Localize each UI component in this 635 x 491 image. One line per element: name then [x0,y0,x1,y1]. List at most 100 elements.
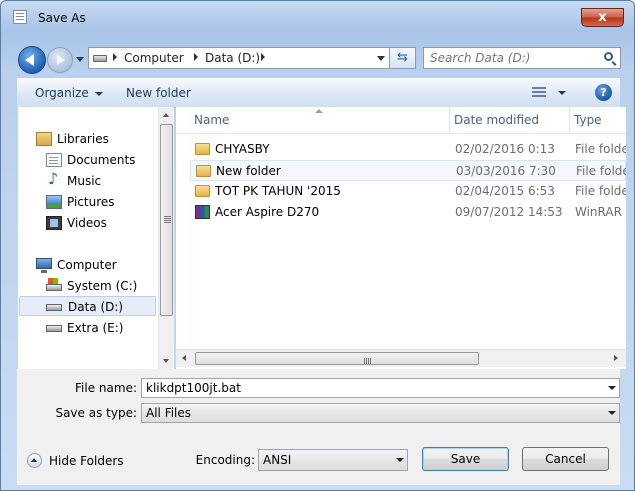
file-row-acer-aspire[interactable]: Acer Aspire D270 09/07/2012 14:53 WinRAR… [190,202,626,223]
scroll-left-icon[interactable] [182,355,186,361]
file-row-chyasby[interactable]: CHYASBY 02/02/2016 0:13 File folder [190,139,626,160]
nav-item-pictures[interactable]: Pictures [46,192,166,212]
new-folder-button[interactable]: New folder [126,86,191,100]
title-bar: Save As x [1,1,634,31]
address-bar[interactable]: Computer Data (D:) [88,47,390,69]
help-icon[interactable]: ? [595,84,612,101]
forward-button[interactable] [47,47,73,73]
column-type[interactable]: Type [570,107,626,133]
organize-button[interactable]: Organize [35,86,103,100]
system-drive-icon [46,278,62,291]
grip-icon [164,216,171,223]
breadcrumb-data-drive[interactable]: Data (D:) [205,51,260,65]
file-name: New folder [216,164,281,178]
save-as-type-value: All Files [146,406,192,420]
column-date-modified[interactable]: Date modified [450,107,570,133]
nav-item-label: Documents [67,153,136,167]
change-view-icon[interactable] [532,87,546,98]
file-row-new-folder[interactable]: New folder 03/03/2016 7:30 File folder [190,160,626,181]
nav-item-label: System (C:) [67,279,138,293]
nav-item-music[interactable]: Music [46,169,166,191]
file-type: WinRAR a [575,205,626,219]
file-name: TOT PK TAHUN '2015 [215,184,341,198]
nav-item-documents[interactable]: Documents [46,150,166,170]
save-button[interactable]: Save [422,447,509,471]
file-type: File folder [575,142,626,156]
search-box[interactable] [423,47,621,69]
scroll-right-icon[interactable] [614,355,618,361]
nav-item-system-drive[interactable]: System (C:) [46,276,166,296]
search-icon[interactable] [604,52,613,61]
navigation-scrollbar[interactable] [158,107,174,369]
computer-icon [36,258,52,273]
nav-item-computer[interactable]: Computer [36,255,166,275]
file-row-tot-pk[interactable]: TOT PK TAHUN '2015 02/04/2015 6:53 File … [190,181,626,202]
refresh-button[interactable]: ⇆ [390,47,416,69]
nav-item-data-drive[interactable]: Data (D:) [19,296,156,316]
scroll-up-icon[interactable] [163,113,169,117]
save-form: File name: klikdpt100jt.bat Save as type… [17,369,620,485]
file-name-field[interactable]: klikdpt100jt.bat [141,378,620,398]
file-type: File folder [575,184,626,198]
back-button[interactable] [18,46,46,74]
breadcrumb-computer[interactable]: Computer [124,51,184,65]
breadcrumb-chevron-icon[interactable] [261,53,265,61]
nav-item-label: Libraries [57,132,109,146]
nav-item-videos[interactable]: Videos [46,213,166,233]
encoding-value: ANSI [263,453,292,467]
organize-label: Organize [35,86,89,100]
file-date: 09/07/2012 14:53 [455,205,563,219]
recent-pages-dropdown-icon[interactable] [76,57,84,62]
nav-item-label: Videos [67,216,107,230]
sort-ascending-icon [315,109,323,113]
chevron-down-icon [396,458,404,462]
file-date: 02/02/2016 0:13 [455,142,555,156]
scrollbar-thumb[interactable] [160,124,173,316]
documents-icon [46,153,62,167]
window-title: Save As [38,11,86,25]
nav-item-label: Extra (E:) [67,321,124,335]
nav-item-extra-drive[interactable]: Extra (E:) [46,318,166,338]
folder-icon [195,143,210,155]
chevron-down-icon[interactable] [608,386,616,390]
hide-folders-label: Hide Folders [49,454,124,468]
drive-icon [46,304,62,311]
folder-icon [195,185,210,197]
nav-item-libraries[interactable]: Libraries [36,129,166,149]
search-input[interactable] [430,50,590,66]
toolbar: Organize New folder ? [17,78,620,108]
winrar-archive-icon [195,205,210,219]
scroll-down-icon[interactable] [163,359,169,363]
cancel-button[interactable]: Cancel [522,447,609,471]
file-name: Acer Aspire D270 [215,205,320,219]
nav-item-label: Data (D:) [68,300,124,314]
drive-icon [93,55,107,62]
file-type: File folder [576,164,626,178]
breadcrumb-chevron-icon[interactable] [194,53,198,61]
scrollbar-thumb[interactable] [195,352,479,365]
nav-item-label: Computer [57,258,117,272]
navigation-pane: Libraries Documents Music Pictures Video… [18,107,174,369]
column-header: Name Date modified Type [176,107,626,134]
nav-item-label: Music [67,174,102,188]
chevron-down-icon [608,411,616,415]
file-date: 03/03/2016 7:30 [456,164,556,178]
save-as-type-select[interactable]: All Files [141,403,620,423]
file-name-label: File name: [75,381,137,395]
music-icon [46,169,62,189]
horizontal-scrollbar[interactable] [176,349,626,367]
pictures-icon [46,195,62,209]
grip-icon [364,358,371,364]
chevron-down-icon [94,91,103,96]
encoding-select[interactable]: ANSI [258,449,408,471]
folder-icon [196,165,211,177]
save-as-dialog: Save As x Computer Data (D:) ⇆ Organize … [0,0,635,491]
close-button[interactable]: x [581,8,624,27]
breadcrumb-chevron-icon[interactable] [113,53,117,61]
drive-icon [46,325,62,332]
view-options-dropdown-icon[interactable] [558,91,566,95]
file-date: 02/04/2015 6:53 [455,184,555,198]
address-dropdown-icon[interactable] [377,56,385,61]
nav-item-label: Pictures [67,195,115,209]
save-as-type-label: Save as type: [55,406,137,420]
